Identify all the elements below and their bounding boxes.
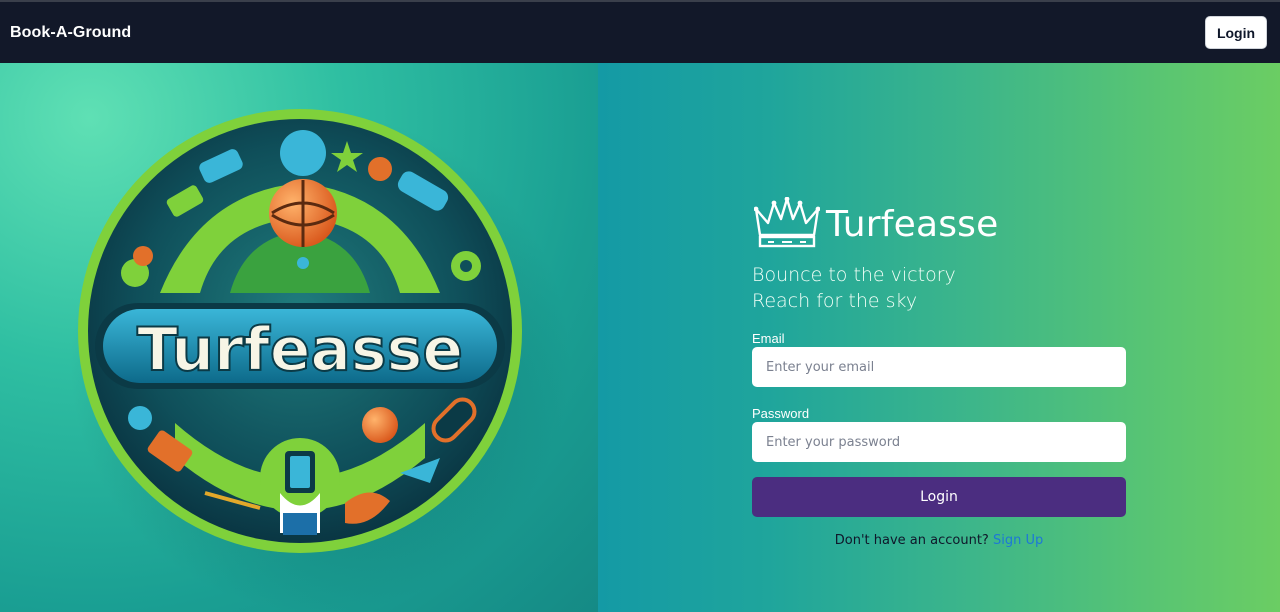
password-label: Password bbox=[752, 406, 810, 421]
signup-link[interactable]: Sign Up bbox=[993, 533, 1043, 548]
crown-icon bbox=[754, 197, 820, 248]
email-input[interactable] bbox=[752, 347, 1126, 387]
panel-logo: Turfeasse bbox=[754, 197, 998, 251]
tagline-line-2: Reach for the sky bbox=[752, 290, 918, 312]
hero-logo-image: Turfeasse bbox=[0, 63, 598, 612]
password-input[interactable] bbox=[752, 422, 1126, 462]
email-label: Email bbox=[752, 331, 785, 346]
nav-login-button[interactable]: Login bbox=[1205, 16, 1267, 49]
panel-brand-name: Turfeasse bbox=[826, 203, 999, 245]
signup-row: Don't have an account? Sign Up bbox=[752, 533, 1126, 548]
login-panel: Turfeasse Bounce to the victory Reach fo… bbox=[598, 63, 1280, 612]
turfeasse-emblem: Turfeasse bbox=[70, 109, 570, 612]
brand-title[interactable]: Book-A-Ground bbox=[10, 24, 131, 42]
signup-prompt: Don't have an account? bbox=[834, 533, 989, 548]
hero-logo-text: Turfeasse bbox=[137, 315, 463, 385]
navbar: Book-A-Ground Login bbox=[0, 0, 1280, 63]
tagline-line-1: Bounce to the victory bbox=[752, 264, 956, 286]
login-submit-button[interactable]: Login bbox=[752, 477, 1126, 517]
